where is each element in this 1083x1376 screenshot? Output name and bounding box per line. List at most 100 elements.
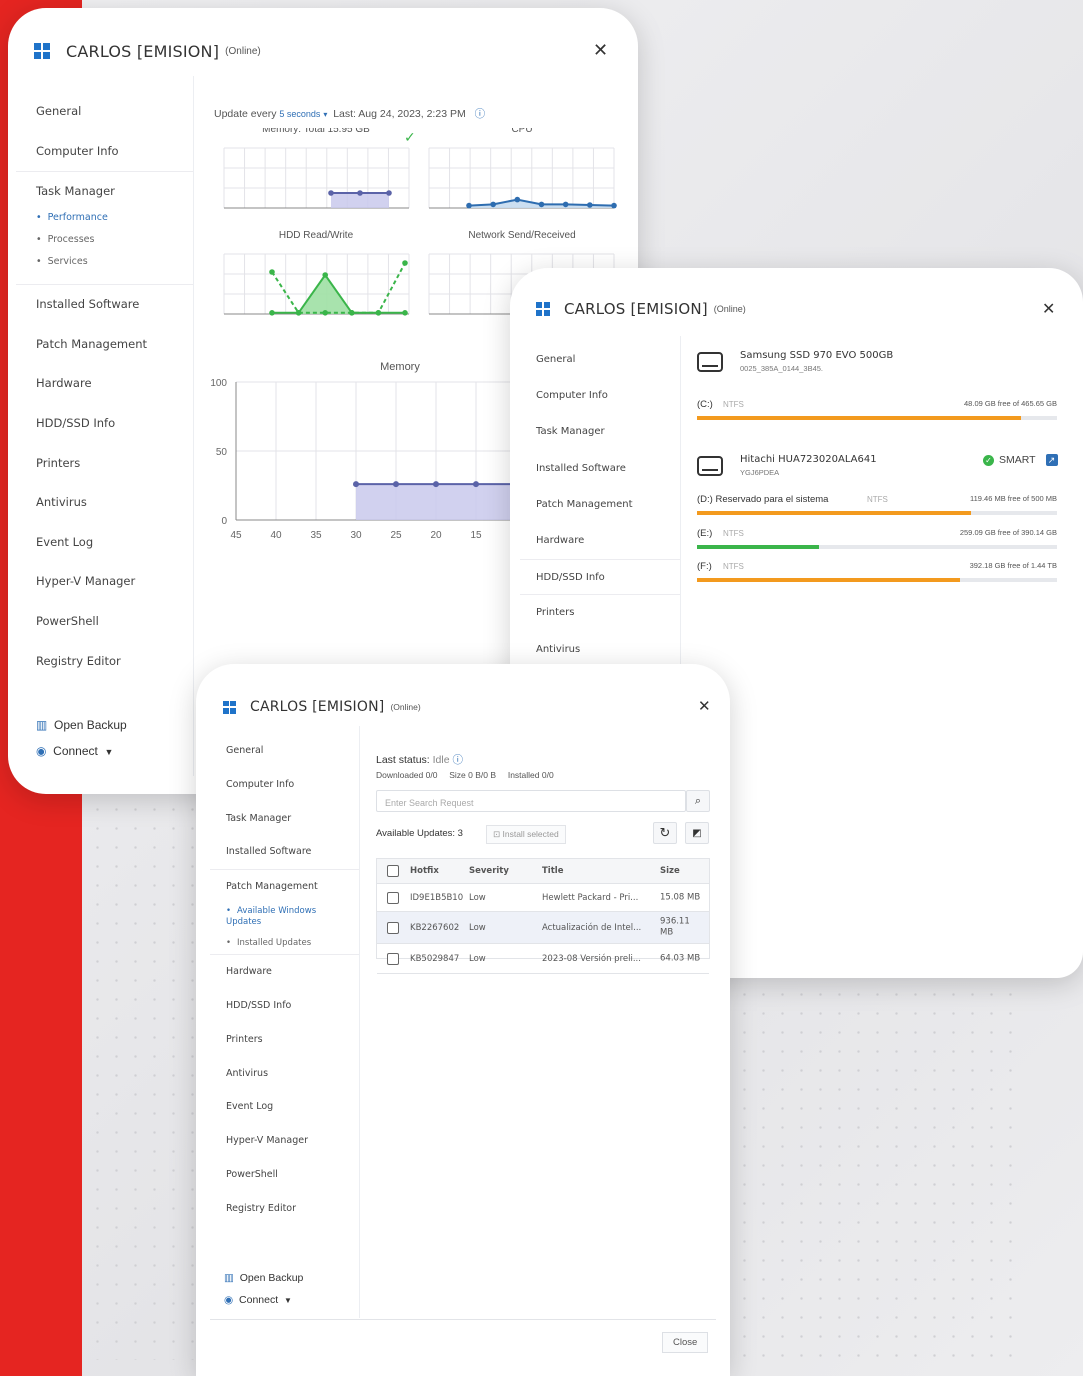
sidebar-subitem-performance[interactable]: • Performance xyxy=(36,212,176,224)
partition-row: (E:) NTFS 259.09 GB free of 390.14 GB xyxy=(695,525,1057,551)
close-icon[interactable]: ✕ xyxy=(593,40,608,61)
column-header-size[interactable]: Size xyxy=(660,866,680,876)
sidebar-item-task-manager[interactable]: Task Manager xyxy=(210,802,359,836)
column-header-hotfix[interactable]: Hotfix xyxy=(410,866,439,876)
sidebar-subitem-installed-updates[interactable]: • Installed Updates xyxy=(226,938,326,949)
sidebar-item-hdd-ssd-info[interactable]: HDD/SSD Info xyxy=(210,989,359,1023)
sidebar-item-printers[interactable]: Printers xyxy=(16,444,193,484)
sidebar-item-computer-info[interactable]: Computer Info xyxy=(16,132,193,172)
sidebar-item-hdd-ssd-info[interactable]: HDD/SSD Info xyxy=(520,559,680,596)
sidebar-subitem-services[interactable]: • Services xyxy=(36,256,176,268)
download-icon: ⊡ xyxy=(493,829,501,839)
select-all-checkbox[interactable] xyxy=(387,865,399,877)
sidebar-item-registry-editor[interactable]: Registry Editor xyxy=(16,642,193,682)
smart-status[interactable]: ✓ SMART ↗ xyxy=(983,454,1058,466)
column-header-title[interactable]: Title xyxy=(542,866,563,876)
cell-hotfix: ID9E1B5B10 xyxy=(410,892,464,903)
sidebar-item-installed-software[interactable]: Installed Software xyxy=(520,451,680,487)
chart-title: CPU xyxy=(511,128,532,135)
open-backup-link[interactable]: ▥ Open Backup xyxy=(224,1272,303,1284)
sidebar-item-general[interactable]: General xyxy=(210,734,359,768)
sidebar-item-task-manager[interactable]: Task Manager • Performance • Processes • Servi… xyxy=(16,171,193,286)
cell-severity: Low xyxy=(469,892,486,903)
sidebar-item-patch-management[interactable]: Patch Management • Available Windows Updat… xyxy=(210,869,359,956)
sidebar-item-task-manager[interactable]: Task Manager xyxy=(520,414,680,450)
sidebar-item-event-log[interactable]: Event Log xyxy=(16,523,193,563)
info-icon[interactable]: ⓘ xyxy=(452,754,463,766)
sidebar-item-hdd-ssd-info[interactable]: HDD/SSD Info xyxy=(16,404,193,444)
sidebar-item-antivirus[interactable]: Antivirus xyxy=(16,483,193,523)
sidebar-item-printers[interactable]: Printers xyxy=(520,595,680,631)
data-point xyxy=(402,260,408,266)
updates-panel: Last status: Idle ⓘ Downloaded 0/0 Size … xyxy=(368,748,713,1308)
partition-filesystem: NTFS xyxy=(723,562,744,571)
window-title: CARLOS [EMISION] xyxy=(250,699,385,715)
sidebar-item-label: Task Manager xyxy=(226,812,292,824)
sidebar-item-patch-management[interactable]: Patch Management xyxy=(16,325,193,365)
table-row[interactable]: KB5029847 Low 2023-08 Versión preli... 64.0… xyxy=(377,944,709,974)
column-header-severity[interactable]: Severity xyxy=(469,866,509,876)
dropdown-caret-icon: ▾ xyxy=(323,110,328,119)
sidebar-item-printers[interactable]: Printers xyxy=(210,1023,359,1057)
sidebar-subitem-processes[interactable]: • Processes xyxy=(36,234,176,246)
partition-row: (F:) NTFS 392.18 GB free of 1.44 TB xyxy=(695,558,1057,584)
usage-bar xyxy=(697,578,1057,582)
connect-button[interactable]: ◉ Connect ▼ xyxy=(36,744,113,758)
close-icon[interactable]: ✕ xyxy=(1042,299,1055,319)
sidebar-item-computer-info[interactable]: Computer Info xyxy=(520,378,680,414)
check-icon: ✓ xyxy=(404,129,416,145)
table-row[interactable]: ID9E1B5B10 Low Hewlett Packard - Pri... 15.… xyxy=(377,884,709,912)
sidebar-item-powershell[interactable]: PowerShell xyxy=(16,602,193,642)
data-point xyxy=(393,481,399,488)
chart-title: Network Send/Received xyxy=(468,230,575,241)
sidebar-item-antivirus[interactable]: Antivirus xyxy=(520,632,680,668)
update-interval-dropdown[interactable]: 5 seconds xyxy=(279,109,320,119)
sidebar-item-hyper-v-manager[interactable]: Hyper-V Manager xyxy=(16,562,193,602)
sidebar-item-label: Installed Software xyxy=(36,297,140,312)
sidebar-item-registry-editor[interactable]: Registry Editor xyxy=(210,1192,359,1226)
sidebar-item-powershell[interactable]: PowerShell xyxy=(210,1158,359,1192)
window-title: CARLOS [EMISION] xyxy=(564,300,708,318)
search-input[interactable]: Enter Search Request xyxy=(376,790,686,812)
sidebar-item-antivirus[interactable]: Antivirus xyxy=(210,1057,359,1091)
sidebar-item-label: Computer Info xyxy=(226,778,295,790)
open-backup-link[interactable]: ▥ Open Backup xyxy=(36,718,127,732)
download-stats: Downloaded 0/0 Size 0 B/0 B Installed 0/… xyxy=(376,770,554,780)
sidebar-item-label: Installed Software xyxy=(226,846,312,858)
sidebar-item-label: Antivirus xyxy=(536,643,581,655)
row-checkbox[interactable] xyxy=(387,892,399,904)
sidebar-item-general[interactable]: General xyxy=(520,342,680,378)
sidebar-item-hardware[interactable]: Hardware xyxy=(520,523,680,559)
globe-icon: ◉ xyxy=(36,744,47,758)
search-icon[interactable]: ⌕ xyxy=(686,790,710,812)
close-button[interactable]: Close xyxy=(662,1332,709,1353)
table-row[interactable]: KB2267602 Low Actualización de Intel... 936… xyxy=(377,912,709,944)
external-link-icon[interactable]: ↗ xyxy=(1045,454,1058,466)
export-icon[interactable]: ◩ xyxy=(685,822,709,844)
sidebar-item-event-log[interactable]: Event Log xyxy=(210,1090,359,1124)
sidebar-subitem-available-windows-updates[interactable]: • Available Windows Updates xyxy=(226,906,326,927)
connect-button[interactable]: ◉ Connect ▼ xyxy=(224,1294,292,1306)
info-icon[interactable]: ⓘ xyxy=(475,108,486,120)
sidebar: General Computer Info Task Manager • Perform… xyxy=(16,76,194,776)
sidebar-item-general[interactable]: General xyxy=(16,92,193,132)
sidebar-item-hardware[interactable]: Hardware xyxy=(210,955,359,989)
sidebar-item-installed-software[interactable]: Installed Software xyxy=(16,285,193,325)
sidebar-item-label: HDD/SSD Info xyxy=(226,1000,292,1011)
window-title: CARLOS [EMISION] xyxy=(66,41,220,61)
sidebar-item-hyper-v-manager[interactable]: Hyper-V Manager xyxy=(210,1124,359,1158)
row-checkbox[interactable] xyxy=(387,953,399,965)
data-point xyxy=(473,481,479,488)
sidebar-item-hardware[interactable]: Hardware xyxy=(16,364,193,404)
usage-bar xyxy=(697,416,1057,420)
data-point xyxy=(328,190,334,196)
row-checkbox[interactable] xyxy=(387,922,399,934)
close-icon[interactable]: ✕ xyxy=(698,697,711,715)
partition-row: (D:) Reservado para el sistema NTFS 119.46… xyxy=(695,491,1057,517)
sidebar-item-computer-info[interactable]: Computer Info xyxy=(210,768,359,802)
refresh-icon[interactable]: ↻ xyxy=(653,822,677,844)
sidebar-item-patch-management[interactable]: Patch Management xyxy=(520,487,680,523)
install-selected-button[interactable]: ⊡ Install selected xyxy=(486,825,566,844)
windows-logo-icon xyxy=(34,43,50,59)
sidebar-item-installed-software[interactable]: Installed Software xyxy=(210,835,359,869)
